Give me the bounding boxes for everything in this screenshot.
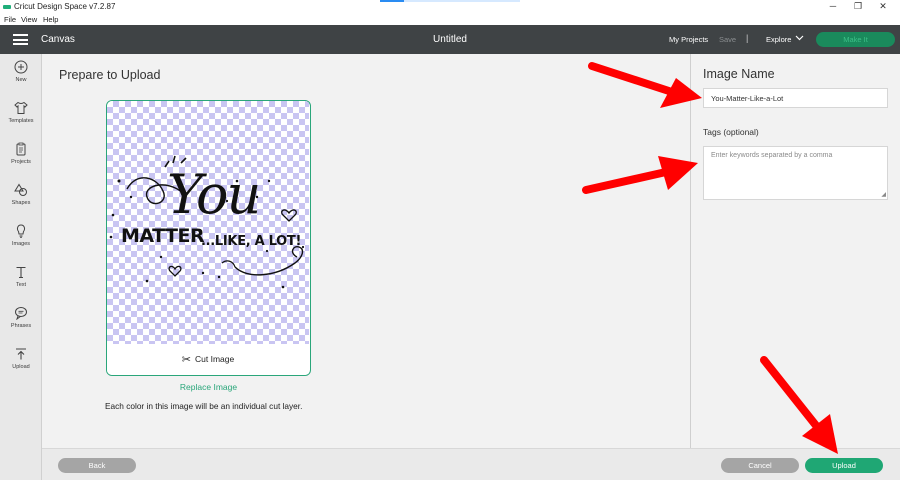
menu-file[interactable]: File bbox=[4, 15, 16, 24]
bottom-action-bar: Back Cancel Upload bbox=[42, 448, 900, 480]
sidebar-item-shapes[interactable]: Shapes bbox=[0, 183, 42, 223]
my-projects-link[interactable]: My Projects bbox=[669, 35, 708, 44]
minimize-button[interactable]: ─ bbox=[824, 0, 842, 14]
restore-button[interactable]: ❐ bbox=[849, 0, 867, 14]
speech-bubble-icon bbox=[15, 307, 27, 320]
uploaded-image-preview: You MATTER ...LIKE, A LOT! bbox=[107, 101, 309, 344]
sidebar-item-new[interactable]: New bbox=[0, 60, 42, 100]
clipboard-icon bbox=[16, 142, 26, 156]
page-title: Prepare to Upload bbox=[59, 68, 161, 82]
sidebar-item-text[interactable]: Text bbox=[0, 265, 42, 305]
cut-image-option[interactable]: ✂ Cut Image bbox=[107, 344, 309, 375]
window-title-bar: Cricut Design Space v7.2.87 ─ ❐ ✕ bbox=[0, 0, 900, 14]
upload-icon bbox=[16, 348, 26, 360]
shirt-icon bbox=[14, 101, 28, 114]
sidebar-item-phrases[interactable]: Phrases bbox=[0, 306, 42, 346]
sidebar-item-label: Upload bbox=[12, 364, 30, 370]
menu-help[interactable]: Help bbox=[43, 15, 58, 24]
app-header: Canvas Untitled My Projects Save | Explo… bbox=[0, 25, 900, 54]
menu-view[interactable]: View bbox=[21, 15, 37, 24]
upload-button[interactable]: Upload bbox=[805, 458, 883, 473]
cancel-button[interactable]: Cancel bbox=[721, 458, 799, 473]
image-name-label: Image Name bbox=[703, 67, 775, 81]
resize-grip-icon[interactable]: ◢ bbox=[881, 191, 886, 198]
artwork-text-like-a-lot: ...LIKE, A LOT! bbox=[201, 234, 302, 249]
loading-bar bbox=[380, 0, 520, 2]
menu-bar: File View Help bbox=[0, 14, 900, 25]
header-separator: | bbox=[746, 33, 749, 43]
shapes-icon bbox=[14, 183, 27, 196]
sidebar-item-projects[interactable]: Projects bbox=[0, 142, 42, 182]
cut-image-label: Cut Image bbox=[195, 354, 235, 364]
image-details-panel: Image Name You-Matter-Like-a-Lot Tags (o… bbox=[690, 54, 900, 448]
artwork-text-you: You bbox=[167, 163, 261, 226]
lightbulb-icon bbox=[16, 224, 26, 238]
document-title: Untitled bbox=[433, 34, 467, 45]
scissors-icon: ✂ bbox=[181, 354, 191, 366]
sidebar-item-upload[interactable]: Upload bbox=[0, 347, 42, 387]
image-preview-card: You MATTER ...LIKE, A LOT! ✂ Cut Image bbox=[106, 100, 311, 376]
sidebar-item-label: Projects bbox=[11, 159, 31, 165]
tags-input[interactable]: Enter keywords separated by a comma ◢ bbox=[703, 146, 888, 200]
cut-layer-info: Each color in this image will be an indi… bbox=[105, 401, 303, 411]
plus-circle-icon bbox=[14, 60, 28, 74]
make-it-button[interactable]: Make It bbox=[816, 32, 895, 47]
tags-placeholder: Enter keywords separated by a comma bbox=[711, 152, 833, 159]
sidebar-item-templates[interactable]: Templates bbox=[0, 101, 42, 141]
sidebar-item-label: Shapes bbox=[11, 200, 31, 206]
sidebar-item-images[interactable]: Images bbox=[0, 224, 42, 264]
sidebar-item-label: Images bbox=[11, 241, 31, 247]
back-button[interactable]: Back bbox=[58, 458, 136, 473]
sidebar-item-label: Templates bbox=[8, 118, 34, 124]
sidebar-item-label: New bbox=[15, 77, 27, 83]
sidebar-item-label: Phrases bbox=[10, 323, 32, 329]
tags-label: Tags (optional) bbox=[703, 127, 759, 137]
close-window-button[interactable]: ✕ bbox=[874, 0, 892, 14]
window-title: Cricut Design Space v7.2.87 bbox=[14, 2, 116, 11]
chevron-down-icon[interactable] bbox=[795, 33, 804, 44]
image-name-input[interactable]: You-Matter-Like-a-Lot bbox=[703, 88, 888, 108]
sidebar-item-label: Text bbox=[15, 282, 27, 288]
text-icon bbox=[16, 266, 26, 279]
left-sidebar: New Templates Projects Shapes Images Tex… bbox=[0, 54, 42, 480]
replace-image-link[interactable]: Replace Image bbox=[106, 382, 311, 392]
app-logo-icon bbox=[3, 5, 11, 9]
explore-menu[interactable]: Explore bbox=[766, 35, 791, 44]
save-button[interactable]: Save bbox=[719, 35, 736, 44]
main-content: Prepare to Upload You MATTER ...LIKE, A … bbox=[42, 54, 690, 448]
artwork-text-matter: MATTER bbox=[121, 225, 205, 247]
